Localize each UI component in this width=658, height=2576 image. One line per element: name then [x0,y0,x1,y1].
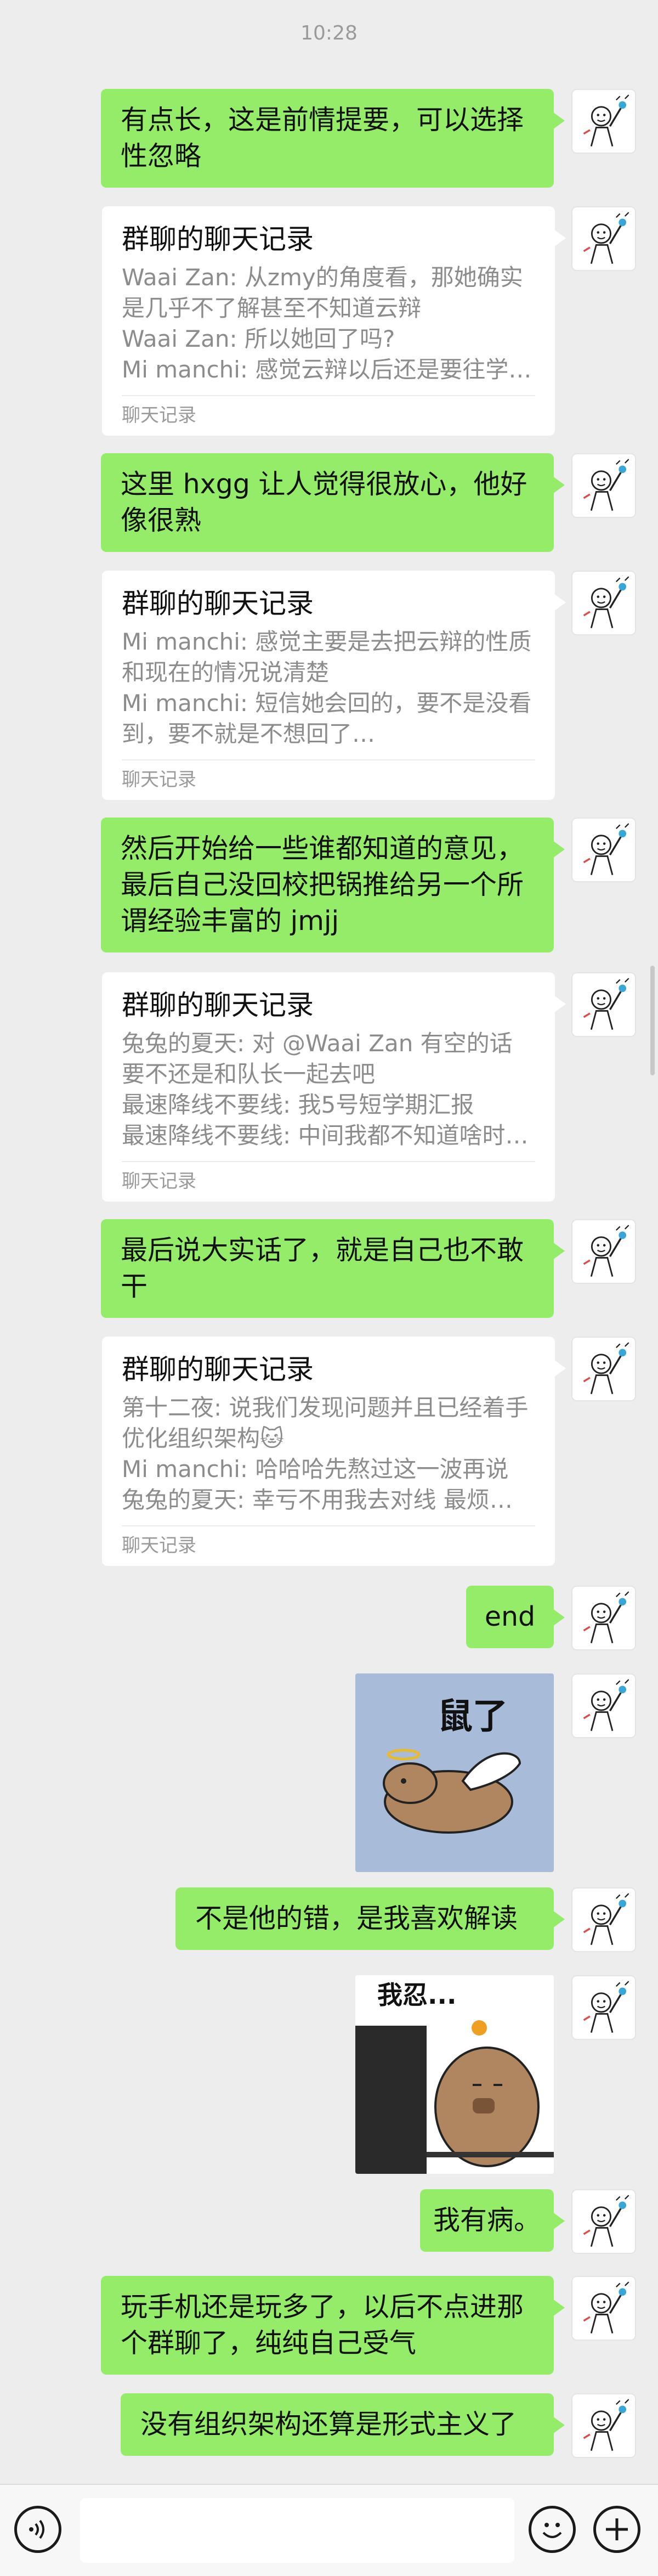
card-footer: 聊天记录 [122,395,535,435]
chat-history-card[interactable]: 群聊的聊天记录 第十二夜: 说我们发现问题并且已经着手优化组织架构🐱 Mi ma… [102,1337,566,1566]
avatar[interactable] [571,206,636,271]
message-bubble[interactable]: 没有组织架构还算是形式主义了 [121,2393,565,2456]
message-input[interactable] [80,2498,514,2563]
card-line: Mi manchi: 感觉主要是去把云辩的性质和现在的情况说清楚 [122,628,532,686]
message-text: 然后开始给一些谁都知道的意见，最后自己没回校把锅推给另一个所谓经验丰富的 jmj… [121,833,524,937]
avatar[interactable] [571,89,636,154]
message-bubble[interactable]: 不是他的错，是我喜欢解读 [175,1887,565,1950]
message-text: 有点长，这是前情提要，可以选择性忽略 [121,104,524,172]
emoji-icon[interactable] [529,2506,576,2553]
voice-icon[interactable] [14,2506,61,2553]
message-bubble[interactable]: 玩手机还是玩多了，以后不点进那个群聊了，纯纯自己受气 [101,2276,565,2375]
avatar[interactable] [571,1586,636,1650]
plus-icon[interactable] [593,2506,640,2553]
card-line: 第十二夜: 说我们发现问题并且已经着手优化组织架构🐱 [122,1394,529,1452]
sticker-caption: 我忍... [377,1980,456,2010]
message-text: end [484,1601,536,1632]
card-line: 兔兔的夏天: 对 @Waai Zan 有空的话要不还是和队长一起去吧 [122,1030,513,1087]
avatar[interactable] [571,1337,636,1401]
card-line: 兔兔的夏天: 幸亏不用我去对线 最烦行… [122,1486,535,1513]
avatar[interactable] [571,2276,636,2341]
chat-history-card[interactable]: 群聊的聊天记录 兔兔的夏天: 对 @Waai Zan 有空的话要不还是和队长一起… [102,972,566,1202]
avatar[interactable] [571,2393,636,2458]
card-line: Mi manchi: 哈哈哈先熬过这一波再说 [122,1456,509,1483]
card-footer: 聊天记录 [122,759,535,799]
capybara-computer-sticker[interactable]: 我忍... [355,1975,554,2174]
sticker-caption: 鼠了 [438,1696,508,1737]
card-line: Waai Zan: 所以她回了吗? [122,325,395,352]
card-footer: 聊天记录 [122,1525,535,1565]
card-line: Mi manchi: 感觉云辩以后还是要往学园… [122,356,535,383]
card-line: 最速降线不要线: 中间我都不知道啥时… [122,1122,529,1149]
timestamp: 10:28 [300,22,358,44]
card-title: 群聊的聊天记录 [122,989,314,1021]
message-text: 我有病。 [433,2205,541,2236]
card-title: 群聊的聊天记录 [122,223,314,255]
message-text: 这里 hxgg 让人觉得很放心，他好像很熟 [121,469,527,536]
card-line: Mi manchi: 短信她会回的，要不是没看到，要不就是不想回了… [122,690,532,747]
capybara-angel-sticker[interactable]: 鼠了 [355,1673,554,1872]
card-title: 群聊的聊天记录 [122,588,314,619]
message-text: 最后说大实话了，就是自己也不敢干 [121,1235,524,1302]
chat-history-card[interactable]: 群聊的聊天记录 Mi manchi: 感觉主要是去把云辩的性质和现在的情况说清楚… [102,571,566,800]
scroll-indicator[interactable] [650,966,655,1075]
message-bubble[interactable]: end [466,1586,565,1648]
card-line: Waai Zan: 从zmy的角度看，那她确实是几乎不了解甚至不知道云辩 [122,264,523,322]
avatar[interactable] [571,972,636,1037]
message-text: 没有组织架构还算是形式主义了 [140,2409,517,2440]
card-title: 群聊的聊天记录 [122,1354,314,1385]
avatar[interactable] [571,453,636,518]
card-footer: 聊天记录 [122,1161,535,1200]
message-bubble[interactable]: 最后说大实话了，就是自己也不敢干 [101,1219,565,1318]
avatar[interactable] [571,1219,636,1284]
avatar[interactable] [571,818,636,882]
chat-history-card[interactable]: 群聊的聊天记录 Waai Zan: 从zmy的角度看，那她确实是几乎不了解甚至不… [102,206,566,436]
card-line: 最速降线不要线: 我5号短学期汇报 [122,1091,474,1118]
avatar[interactable] [571,1887,636,1952]
message-bubble[interactable]: 我有病。 [420,2189,565,2252]
message-bubble[interactable]: 有点长，这是前情提要，可以选择性忽略 [101,89,565,188]
avatar[interactable] [571,2189,636,2254]
input-bar [0,2484,658,2576]
avatar[interactable] [571,571,636,635]
message-text: 不是他的错，是我喜欢解读 [195,1903,518,1934]
avatar[interactable] [571,1975,636,2040]
avatar[interactable] [571,1673,636,1738]
message-bubble[interactable]: 然后开始给一些谁都知道的意见，最后自己没回校把锅推给另一个所谓经验丰富的 jmj… [101,818,565,952]
message-bubble[interactable]: 这里 hxgg 让人觉得很放心，他好像很熟 [101,453,565,552]
message-text: 玩手机还是玩多了，以后不点进那个群聊了，纯纯自己受气 [121,2291,524,2359]
